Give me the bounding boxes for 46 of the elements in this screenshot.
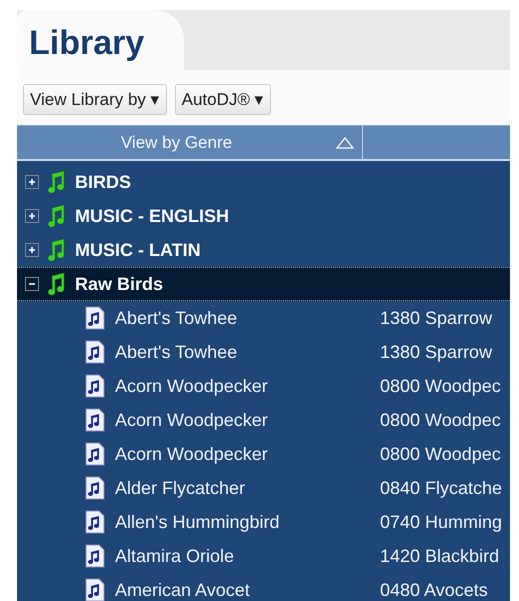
music-note-icon — [47, 204, 67, 228]
music-note-icon — [47, 272, 67, 296]
tree-group-row[interactable]: Raw Birds — [17, 267, 510, 301]
track-genre: 0740 Humming — [380, 512, 502, 532]
track-genre: 0480 Avocets — [380, 580, 488, 600]
genre-label: Raw Birds — [75, 274, 164, 294]
track-genre: 0800 Woodpec — [380, 376, 501, 396]
track-genre: 1420 Blackbird — [380, 546, 500, 566]
track-title: Alder Flycatcher — [115, 478, 246, 498]
music-file-icon — [85, 578, 105, 601]
expand-icon[interactable] — [25, 209, 39, 223]
tree-group-row[interactable]: MUSIC - ENGLISH — [17, 199, 510, 233]
genre-label: MUSIC - ENGLISH — [75, 206, 230, 226]
library-tab[interactable]: Library — [17, 10, 184, 70]
track-title: Abert's Towhee — [115, 342, 238, 362]
music-file-icon — [85, 374, 105, 398]
track-title: American Avocet — [115, 580, 251, 600]
track-title: Acorn Woodpecker — [115, 410, 269, 430]
tree-group-row[interactable]: MUSIC - LATIN — [17, 233, 510, 267]
music-file-icon — [85, 442, 105, 466]
genre-label: MUSIC - LATIN — [75, 240, 201, 260]
track-title: Altamira Oriole — [115, 546, 236, 566]
music-file-icon — [85, 306, 105, 330]
track-genre: 1380 Sparrow — [380, 342, 492, 362]
track-genre: 0800 Woodpec — [380, 444, 501, 464]
expand-icon[interactable] — [25, 175, 39, 189]
dropdown-button[interactable]: View Library by ▾ — [23, 84, 167, 115]
music-note-icon — [47, 238, 67, 262]
track-title: Acorn Woodpecker — [115, 444, 269, 464]
music-file-icon — [85, 510, 105, 534]
expand-icon[interactable] — [25, 243, 39, 257]
track-genre: 0840 Flycatche — [380, 478, 502, 498]
track-genre: 1380 Sparrow — [380, 308, 492, 328]
track-title: Allen's Hummingbird — [115, 512, 280, 532]
dropdown-button[interactable]: AutoDJ® ▾ — [174, 84, 271, 115]
music-file-icon — [85, 476, 105, 500]
tree-group-row[interactable]: BIRDS — [17, 165, 510, 199]
track-title: Abert's Towhee — [115, 308, 238, 328]
music-note-icon — [47, 170, 67, 194]
genre-label: BIRDS — [75, 172, 132, 192]
track-genre: 0800 Woodpec — [380, 410, 501, 430]
track-title: Acorn Woodpecker — [115, 376, 269, 396]
music-file-icon — [85, 544, 105, 568]
music-file-icon — [85, 408, 105, 432]
collapse-icon[interactable] — [25, 277, 39, 291]
music-file-icon — [85, 340, 105, 364]
